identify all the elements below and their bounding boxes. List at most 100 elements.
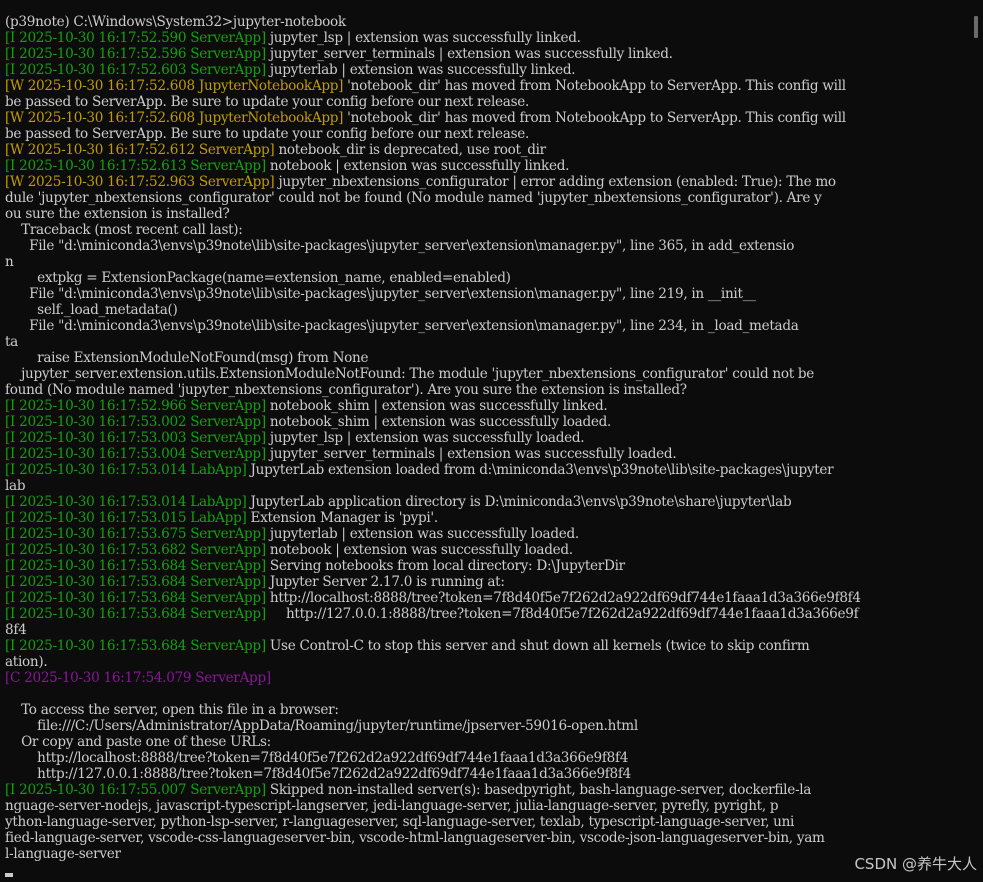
terminal-line: File "d:\miniconda3\envs\p39note\lib\sit… [5, 238, 967, 254]
terminal-line: nguage-server-nodejs, javascript-typescr… [5, 798, 967, 814]
terminal-line: [I 2025-10-30 16:17:53.014 LabApp] Jupyt… [5, 494, 967, 510]
log-message: ta [5, 334, 18, 350]
terminal-line: [C 2025-10-30 16:17:54.079 ServerApp] [5, 670, 967, 686]
terminal-line: ython-language-server, python-lsp-server… [5, 814, 967, 830]
log-message: found (No module named 'jupyter_nbextens… [5, 382, 687, 398]
log-message: dule 'jupyter_nbextensions_configurator'… [5, 190, 822, 206]
terminal-line: fied-language-server, vscode-css-languag… [5, 830, 967, 846]
log-message: nguage-server-nodejs, javascript-typescr… [5, 798, 779, 814]
terminal-line: [I 2025-10-30 16:17:53.684 ServerApp] Se… [5, 558, 967, 574]
terminal-line: Traceback (most recent call last): [5, 222, 967, 238]
terminal-line: [I 2025-10-30 16:17:53.002 ServerApp] no… [5, 414, 967, 430]
log-level-tag: [I 2025-10-30 16:17:53.682 ServerApp] [5, 542, 266, 558]
terminal-line: ou sure the extension is installed? [5, 206, 967, 222]
terminal-line: file:///C:/Users/Administrator/AppData/R… [5, 718, 967, 734]
terminal-line: [I 2025-10-30 16:17:53.015 LabApp] Exten… [5, 510, 967, 526]
log-message: 8f4 [5, 622, 27, 638]
terminal-line: lab [5, 478, 967, 494]
log-message: file:///C:/Users/Administrator/AppData/R… [5, 718, 638, 734]
terminal-line: [I 2025-10-30 16:17:53.675 ServerApp] ju… [5, 526, 967, 542]
terminal-line: [I 2025-10-30 16:17:53.684 ServerApp] ht… [5, 606, 967, 622]
log-message: Use Control-C to stop this server and sh… [265, 638, 810, 654]
log-level-tag: [I 2025-10-30 16:17:53.684 ServerApp] [5, 574, 266, 590]
log-message: File "d:\miniconda3\envs\p39note\lib\sit… [5, 318, 799, 334]
log-message: jupyterlab | extension was successfully … [265, 526, 579, 542]
log-message: http://localhost:8888/tree?token=7f8d40f… [5, 750, 629, 766]
log-level-tag: [I 2025-10-30 16:17:53.684 ServerApp] [5, 638, 266, 654]
log-message: Skipped non-installed server(s): basedpy… [265, 782, 812, 798]
terminal-line: be passed to ServerApp. Be sure to updat… [5, 126, 967, 142]
terminal-line: [I 2025-10-30 16:17:52.603 ServerApp] ju… [5, 62, 967, 78]
log-message: ation). [5, 654, 48, 670]
log-level-tag: [I 2025-10-30 16:17:53.002 ServerApp] [5, 414, 266, 430]
terminal-line: self._load_metadata() [5, 302, 967, 318]
terminal-line: To access the server, open this file in … [5, 702, 967, 718]
log-level-tag: [I 2025-10-30 16:17:53.004 ServerApp] [5, 446, 266, 462]
log-message: notebook_shim | extension was successful… [265, 414, 612, 430]
scrollbar-thumb[interactable] [974, 16, 978, 38]
terminal-line: ta [5, 334, 967, 350]
terminal-line: [I 2025-10-30 16:17:53.014 LabApp] Jupyt… [5, 462, 967, 478]
log-message: JupyterLab application directory is D:\m… [246, 494, 792, 510]
terminal-line: [I 2025-10-30 16:17:55.007 ServerApp] Sk… [5, 782, 967, 798]
terminal-line: [W 2025-10-30 16:17:52.608 JupyterNotebo… [5, 78, 967, 94]
terminal-line: [I 2025-10-30 16:17:53.682 ServerApp] no… [5, 542, 967, 558]
terminal-line: extpkg = ExtensionPackage(name=extension… [5, 270, 967, 286]
log-level-tag: [I 2025-10-30 16:17:52.596 ServerApp] [5, 46, 266, 62]
log-level-tag: [W 2025-10-30 16:17:52.612 ServerApp] [5, 142, 275, 158]
log-message: extpkg = ExtensionPackage(name=extension… [5, 270, 511, 286]
log-level-tag: [I 2025-10-30 16:17:53.675 ServerApp] [5, 526, 266, 542]
text-cursor [5, 873, 13, 877]
log-message: Jupyter Server 2.17.0 is running at: [265, 574, 505, 590]
terminal-line: [I 2025-10-30 16:17:52.596 ServerApp] ju… [5, 46, 967, 62]
terminal-line: [I 2025-10-30 16:17:53.684 ServerApp] ht… [5, 590, 967, 606]
log-message: Extension Manager is 'pypi'. [246, 510, 439, 526]
log-level-tag: [I 2025-10-30 16:17:53.015 LabApp] [5, 510, 247, 526]
terminal-line: [I 2025-10-30 16:17:53.004 ServerApp] ju… [5, 446, 967, 462]
log-message: http://127.0.0.1:8888/tree?token=7f8d40f… [5, 766, 631, 782]
terminal-line: (p39note) C:\Windows\System32>jupyter-no… [5, 14, 967, 30]
log-level-tag: [I 2025-10-30 16:17:52.590 ServerApp] [5, 30, 266, 46]
log-message: be passed to ServerApp. Be sure to updat… [5, 94, 530, 110]
log-message: 'notebook_dir' has moved from NotebookAp… [343, 110, 846, 126]
log-message: http://localhost:8888/tree?token=7f8d40f… [265, 590, 861, 606]
log-level-tag: [I 2025-10-30 16:17:52.966 ServerApp] [5, 398, 266, 414]
terminal-line: File "d:\miniconda3\envs\p39note\lib\sit… [5, 286, 967, 302]
log-message: be passed to ServerApp. Be sure to updat… [5, 126, 530, 142]
terminal-line: l-language-server [5, 846, 967, 862]
log-message: jupyter_nbextensions_configurator | erro… [274, 174, 836, 190]
log-message: notebook | extension was successfully lo… [265, 542, 573, 558]
terminal-line: [W 2025-10-30 16:17:52.963 ServerApp] ju… [5, 174, 967, 190]
log-message: self._load_metadata() [5, 302, 178, 318]
log-message: jupyter_server.extension.utils.Extension… [5, 366, 815, 382]
log-message: notebook_dir is deprecated, use root_dir [274, 142, 546, 158]
log-message: n [5, 254, 14, 270]
log-level-tag: [W 2025-10-30 16:17:52.963 ServerApp] [5, 174, 275, 190]
log-message: File "d:\miniconda3\envs\p39note\lib\sit… [5, 286, 756, 302]
terminal-line: [I 2025-10-30 16:17:53.003 ServerApp] ju… [5, 430, 967, 446]
log-message: ython-language-server, python-lsp-server… [5, 814, 795, 830]
terminal-line: Or copy and paste one of these URLs: [5, 734, 967, 750]
terminal-line: found (No module named 'jupyter_nbextens… [5, 382, 967, 398]
terminal-output[interactable]: (p39note) C:\Windows\System32>jupyter-no… [5, 14, 967, 862]
log-level-tag: [I 2025-10-30 16:17:53.684 ServerApp] [5, 590, 266, 606]
terminal-line: 8f4 [5, 622, 967, 638]
log-message: (p39note) C:\Windows\System32>jupyter-no… [5, 14, 346, 30]
log-message: File "d:\miniconda3\envs\p39note\lib\sit… [5, 238, 795, 254]
log-level-tag: [I 2025-10-30 16:17:52.603 ServerApp] [5, 62, 266, 78]
terminal-line: raise ExtensionModuleNotFound(msg) from … [5, 350, 967, 366]
log-message: Traceback (most recent call last): [5, 222, 243, 238]
log-level-tag: [W 2025-10-30 16:17:52.608 JupyterNotebo… [5, 78, 344, 94]
terminal-line: n [5, 254, 967, 270]
log-level-tag: [I 2025-10-30 16:17:53.684 ServerApp] [5, 558, 266, 574]
log-level-tag: [I 2025-10-30 16:17:53.014 LabApp] [5, 494, 247, 510]
terminal-line: jupyter_server.extension.utils.Extension… [5, 366, 967, 382]
terminal-line: [I 2025-10-30 16:17:52.613 ServerApp] no… [5, 158, 967, 174]
log-message: raise ExtensionModuleNotFound(msg) from … [5, 350, 369, 366]
terminal-line: http://127.0.0.1:8888/tree?token=7f8d40f… [5, 766, 967, 782]
log-message: JupyterLab extension loaded from d:\mini… [246, 462, 834, 478]
log-message: notebook | extension was successfully li… [265, 158, 570, 174]
log-message: Serving notebooks from local directory: … [265, 558, 625, 574]
log-message: To access the server, open this file in … [5, 702, 339, 718]
watermark: CSDN @养牛大人 [854, 855, 977, 873]
